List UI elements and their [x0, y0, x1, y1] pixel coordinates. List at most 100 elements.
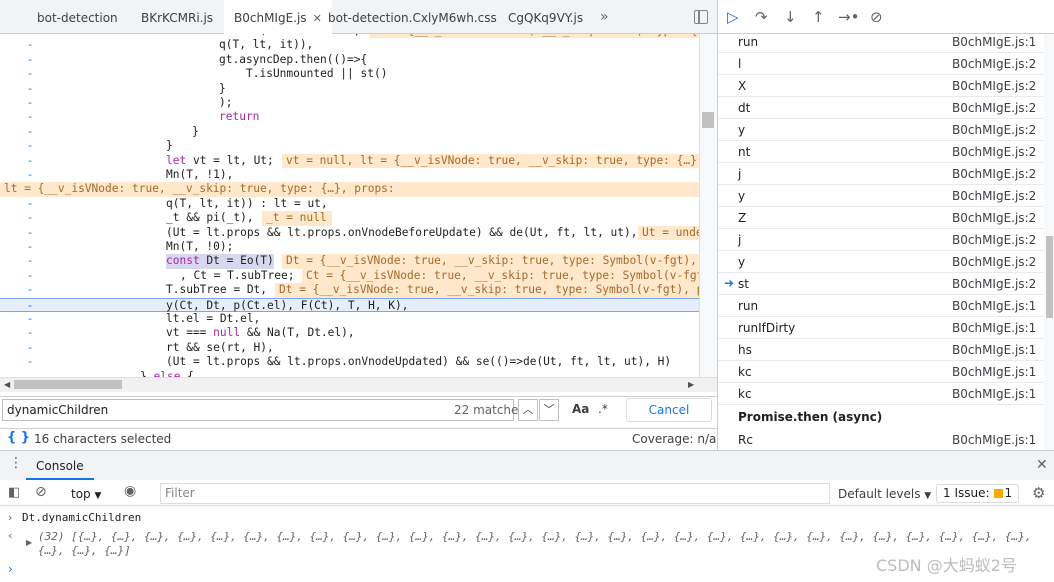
- gutter-marker[interactable]: -: [28, 139, 38, 153]
- search-input[interactable]: [2, 399, 514, 421]
- code-line[interactable]: } else {: [0, 370, 699, 377]
- code-line[interactable]: -}: [0, 125, 699, 139]
- code-line[interactable]: - Mn(T, !0);: [0, 240, 699, 254]
- step-into-icon[interactable]: ↓: [784, 8, 797, 26]
- close-drawer-icon[interactable]: ✕: [1036, 457, 1048, 473]
- gutter-marker[interactable]: -: [28, 168, 38, 182]
- gutter-marker[interactable]: -: [28, 110, 38, 124]
- close-icon[interactable]: ✕: [313, 12, 322, 25]
- call-frame[interactable]: Z B0chMIgE.js:2: [718, 207, 1044, 229]
- code-line[interactable]: -}: [0, 139, 699, 153]
- deactivate-breakpoints-icon[interactable]: ⊘: [870, 8, 883, 26]
- code-line[interactable]: - y(Ct, Dt, p(Ct.el), F(Ct), T, H, K),: [0, 297, 699, 313]
- frame-location[interactable]: B0chMIgE.js:2: [952, 57, 1036, 71]
- call-frame[interactable]: run B0chMIgE.js:1: [718, 295, 1044, 317]
- gutter-marker[interactable]: -: [28, 38, 38, 52]
- frame-location[interactable]: B0chMIgE.js:2: [952, 189, 1036, 203]
- call-frame[interactable]: hs B0chMIgE.js:1: [718, 339, 1044, 361]
- gutter-marker[interactable]: -: [28, 312, 38, 326]
- call-frame[interactable]: j B0chMIgE.js:2: [718, 163, 1044, 185]
- gutter-marker[interactable]: -: [28, 197, 38, 211]
- gutter-marker[interactable]: -: [28, 211, 38, 225]
- code-line[interactable]: - (Ut = lt.props && lt.props.onVnodeUpdat…: [0, 355, 699, 369]
- editor-vertical-scrollbar[interactable]: [699, 34, 717, 377]
- toggle-sidebar-icon[interactable]: [694, 10, 708, 24]
- call-frame[interactable]: l B0chMIgE.js:2: [718, 53, 1044, 75]
- frame-location[interactable]: B0chMIgE.js:2: [952, 123, 1036, 137]
- cancel-button[interactable]: Cancel: [626, 398, 712, 422]
- editor-scroll-thumb[interactable]: [702, 112, 714, 128]
- gutter-marker[interactable]: -: [28, 53, 38, 67]
- drawer-menu-icon[interactable]: ⋮: [9, 456, 23, 470]
- next-match-button[interactable]: ﹀: [539, 399, 559, 421]
- tab-cgqkq9vy[interactable]: CgQKq9VY.js: [508, 0, 583, 34]
- step-over-icon[interactable]: ↷: [755, 8, 768, 26]
- gutter-marker[interactable]: -: [28, 125, 38, 139]
- code-line[interactable]: - lt.el = Dt.el,: [0, 312, 699, 326]
- expand-triangle-icon[interactable]: ▶: [26, 538, 32, 547]
- call-frame[interactable]: ➜ st B0chMIgE.js:2: [718, 273, 1044, 295]
- editor-hscroll-thumb[interactable]: [14, 380, 122, 389]
- eye-icon[interactable]: ◉: [124, 483, 136, 499]
- call-frame[interactable]: y B0chMIgE.js:2: [718, 119, 1044, 141]
- gutter-marker[interactable]: -: [28, 341, 38, 355]
- frame-location[interactable]: B0chMIgE.js:1: [952, 387, 1036, 401]
- code-line[interactable]: - gt.asyncDep.then(()=>{: [0, 53, 699, 67]
- code-line[interactable]: - rt && se(rt, H),: [0, 341, 699, 355]
- gutter-marker[interactable]: -: [28, 283, 38, 297]
- frame-location[interactable]: B0chMIgE.js:1: [952, 321, 1036, 335]
- match-case-button[interactable]: Aa: [572, 402, 589, 416]
- console-prompt-icon[interactable]: ›: [8, 562, 13, 576]
- call-frame[interactable]: kc B0chMIgE.js:1: [718, 361, 1044, 383]
- settings-gear-icon[interactable]: ⚙: [1032, 484, 1045, 502]
- log-levels-dropdown[interactable]: Default levels ▼: [838, 487, 931, 501]
- gutter-marker[interactable]: -: [28, 254, 38, 268]
- call-frame[interactable]: kc B0chMIgE.js:1: [718, 383, 1044, 405]
- gutter-marker[interactable]: -: [28, 326, 38, 340]
- code-editor[interactable]: -lt && (lt.el = ut.el,lt = {__v_isVNode:…: [0, 34, 699, 377]
- tab-console[interactable]: Console: [26, 452, 94, 480]
- previous-match-button[interactable]: ︿: [518, 399, 538, 421]
- clear-console-icon[interactable]: ⊘: [35, 484, 47, 500]
- gutter-marker[interactable]: -: [28, 96, 38, 110]
- code-line[interactable]: -}: [0, 82, 699, 96]
- filter-input[interactable]: Filter: [160, 483, 830, 504]
- gutter-marker[interactable]: -: [28, 269, 38, 283]
- call-frame[interactable]: run B0chMIgE.js:1: [718, 31, 1044, 53]
- code-line[interactable]: - T.isUnmounted || st(): [0, 67, 699, 81]
- code-line[interactable]: -lt ? (lt.el = ut.el,lt = {__v_isVNode: …: [0, 182, 699, 197]
- gutter-marker[interactable]: -: [28, 240, 38, 254]
- frame-location[interactable]: B0chMIgE.js:2: [952, 101, 1036, 115]
- frame-location[interactable]: B0chMIgE.js:1: [952, 35, 1036, 49]
- code-line[interactable]: - q(T, lt, it)) : lt = ut,: [0, 197, 699, 211]
- code-line[interactable]: - vt === null && Na(T, Dt.el),: [0, 326, 699, 340]
- call-frame[interactable]: Rc B0chMIgE.js:1: [718, 429, 1044, 451]
- code-line[interactable]: - const Dt = Eo(T) Dt = {__v_isVNode: true…: [0, 254, 699, 269]
- frame-location[interactable]: B0chMIgE.js:2: [952, 211, 1036, 225]
- gutter-marker[interactable]: -: [28, 154, 38, 168]
- debugger-scroll-thumb[interactable]: [1046, 236, 1053, 318]
- issues-button[interactable]: 1 Issue: 1: [936, 484, 1020, 503]
- step-out-icon[interactable]: ↑: [812, 8, 825, 26]
- frame-location[interactable]: B0chMIgE.js:1: [952, 433, 1036, 447]
- code-line[interactable]: - q(T, lt, it)),: [0, 38, 699, 52]
- frame-location[interactable]: B0chMIgE.js:2: [952, 233, 1036, 247]
- gutter-marker[interactable]: -: [28, 355, 38, 369]
- resume-icon[interactable]: ▷: [727, 8, 739, 26]
- call-frame[interactable]: j B0chMIgE.js:2: [718, 229, 1044, 251]
- code-line[interactable]: - _t && pi(_t), _t = null: [0, 211, 699, 226]
- frame-location[interactable]: B0chMIgE.js:2: [952, 167, 1036, 181]
- console-output-array[interactable]: (32) [{…}, {…}, {…}, {…}, {…}, {…}, {…},…: [38, 530, 1031, 543]
- code-line[interactable]: - return: [0, 110, 699, 124]
- code-line[interactable]: - (Ut = lt.props && lt.props.onVnodeBefor…: [0, 225, 699, 240]
- code-line[interactable]: - , Ct = T.subTree; Ct = {__v_isVNode: tru…: [0, 268, 699, 284]
- tab-bkrkcmri[interactable]: BKrKCMRi.js: [141, 0, 213, 34]
- gutter-marker[interactable]: -: [28, 299, 38, 313]
- step-icon[interactable]: →•: [838, 8, 859, 26]
- call-frame[interactable]: X B0chMIgE.js:2: [718, 75, 1044, 97]
- tab-b0chmige[interactable]: B0chMIgE.js ✕: [224, 0, 332, 35]
- frame-location[interactable]: B0chMIgE.js:2: [952, 79, 1036, 93]
- frame-location[interactable]: B0chMIgE.js:1: [952, 365, 1036, 379]
- scroll-right-icon[interactable]: ▶: [688, 380, 694, 389]
- call-frame[interactable]: nt B0chMIgE.js:2: [718, 141, 1044, 163]
